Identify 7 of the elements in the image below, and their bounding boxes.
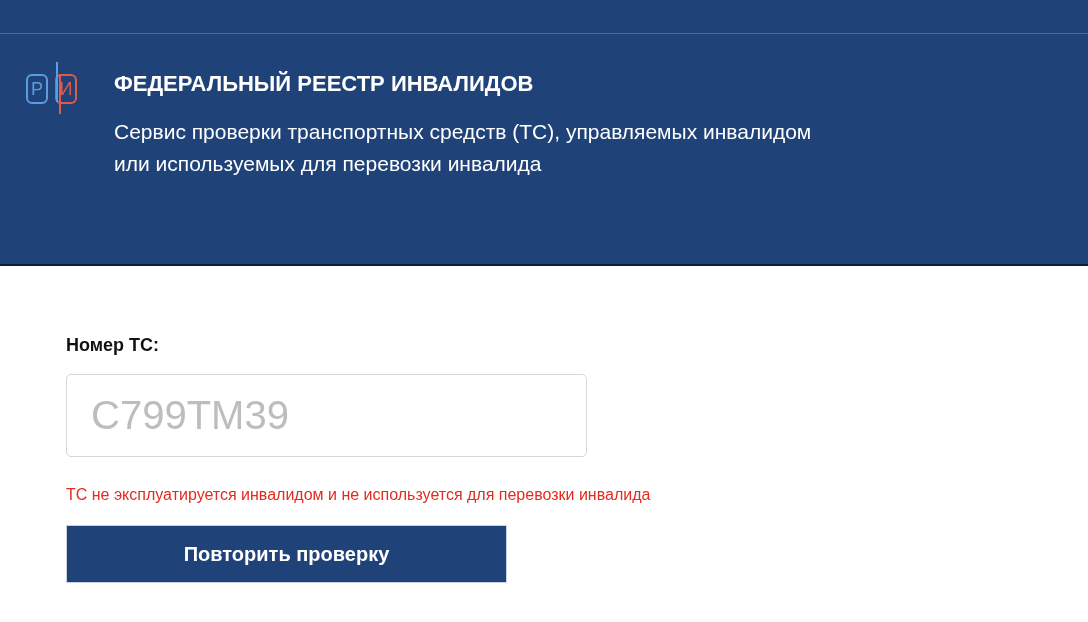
error-message: ТС не эксплуатируется инвалидом и не используется для перевозки инвалида bbox=[66, 485, 652, 505]
vehicle-number-field[interactable]: С799ТМ39 bbox=[66, 374, 587, 457]
site-title: ФЕДЕРАЛЬНЫЙ РЕЕСТР ИНВАЛИДОВ bbox=[114, 70, 535, 98]
subtitle-line: или используемых для перевозки инвалида bbox=[114, 151, 543, 177]
subtitle-line: Сервис проверки транспортных средств (ТС), управляемых инвалидом bbox=[114, 119, 812, 145]
retry-button[interactable]: Повторить проверку bbox=[66, 525, 507, 583]
field-label: Номер ТС: bbox=[66, 334, 161, 356]
